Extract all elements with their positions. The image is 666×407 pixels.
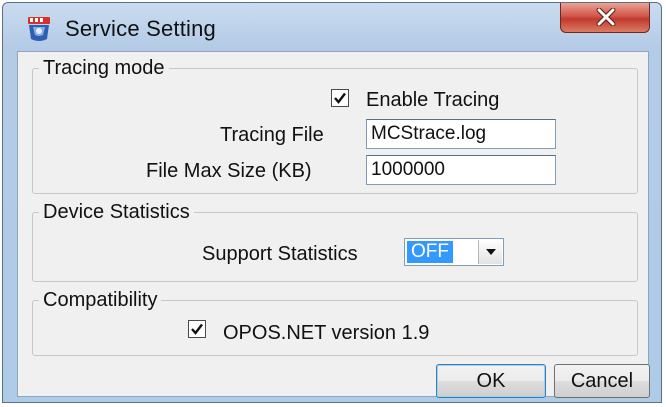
device-statistics-group: Device Statistics	[32, 202, 638, 282]
support-statistics-value: OFF	[407, 241, 453, 263]
enable-tracing-checkbox[interactable]	[331, 89, 349, 107]
close-button[interactable]	[560, 3, 650, 33]
enable-tracing-label: Enable Tracing	[366, 89, 500, 111]
cancel-button[interactable]: Cancel	[554, 364, 650, 398]
tracing-mode-legend: Tracing mode	[43, 57, 165, 79]
support-statistics-select[interactable]: OFF	[404, 238, 504, 266]
service-app-icon	[25, 15, 53, 43]
device-statistics-legend: Device Statistics	[43, 201, 190, 223]
tracing-file-field[interactable]: MCStrace.log	[366, 119, 556, 149]
opos-net-label: OPOS.NET version 1.9	[223, 322, 430, 344]
checkmark-icon	[191, 323, 203, 335]
support-statistics-label: Support Statistics	[202, 243, 358, 265]
checkmark-icon	[334, 92, 346, 104]
file-max-size-field[interactable]: 1000000	[366, 155, 556, 185]
tracing-file-label: Tracing File	[220, 124, 324, 146]
chevron-down-icon	[486, 249, 496, 255]
dialog-body: Tracing mode Enable Tracing Tracing File…	[17, 51, 650, 398]
title-bar[interactable]: Service Setting	[3, 3, 661, 53]
file-max-size-label: File Max Size (KB)	[146, 160, 312, 182]
compatibility-legend: Compatibility	[43, 289, 158, 311]
window-title: Service Setting	[65, 16, 216, 41]
opos-net-checkbox[interactable]	[188, 320, 206, 338]
service-setting-dialog: Service Setting Tracing mode Enable Trac…	[2, 2, 662, 403]
ok-button[interactable]: OK	[436, 364, 546, 398]
dropdown-button[interactable]	[478, 240, 502, 264]
